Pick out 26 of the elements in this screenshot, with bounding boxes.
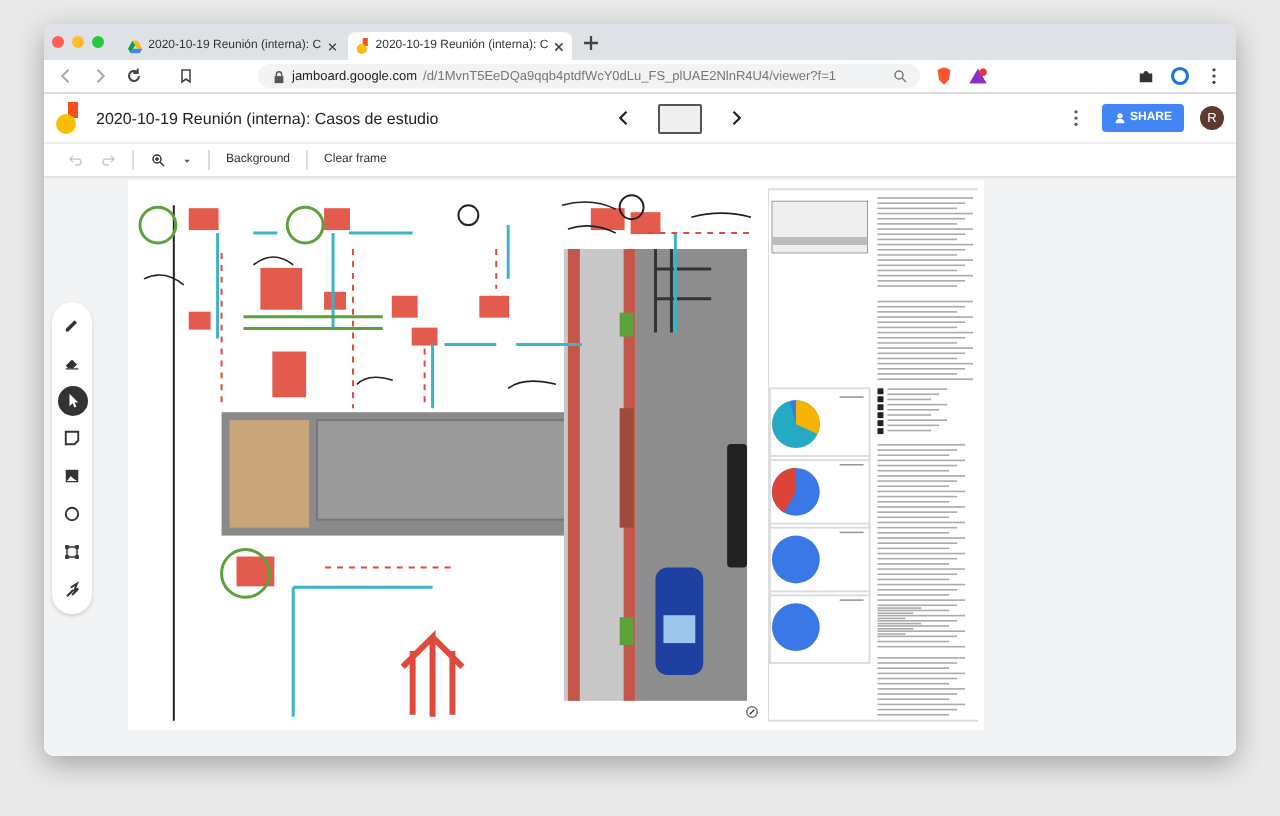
drive-logo-icon: [128, 39, 143, 53]
jamboard-logo-icon: [356, 38, 370, 54]
triangle-extension-icon[interactable]: [968, 66, 988, 86]
document-title: 2020-10-19 Reunión (interna): Casos de estudio: [96, 109, 439, 127]
new-tab-icon[interactable]: [584, 35, 598, 49]
shield-extension-icon[interactable]: [934, 66, 954, 86]
image-icon: [62, 466, 82, 486]
bookmark-icon[interactable]: [178, 68, 194, 84]
person-icon: [1113, 112, 1126, 124]
zoom-in-icon[interactable]: [150, 152, 166, 168]
note-icon: [62, 428, 82, 448]
close-tab-icon[interactable]: [554, 41, 564, 51]
laser-icon: [62, 580, 82, 600]
frame-thumbnail[interactable]: [658, 103, 703, 133]
select-tool[interactable]: [57, 385, 87, 415]
lock-icon: [272, 69, 286, 83]
reload-icon[interactable]: [124, 66, 144, 86]
textbox-icon: [62, 542, 82, 562]
dropdown-caret-icon[interactable]: [182, 155, 192, 165]
profile-icon[interactable]: [1170, 66, 1190, 86]
pen-icon: [62, 314, 82, 334]
circle-icon: [62, 504, 82, 524]
jamboard-logo-icon[interactable]: [56, 102, 80, 134]
close-tab-icon[interactable]: [327, 41, 336, 51]
zoom-icon[interactable]: [892, 68, 908, 84]
resize-handle-icon[interactable]: [746, 706, 758, 718]
